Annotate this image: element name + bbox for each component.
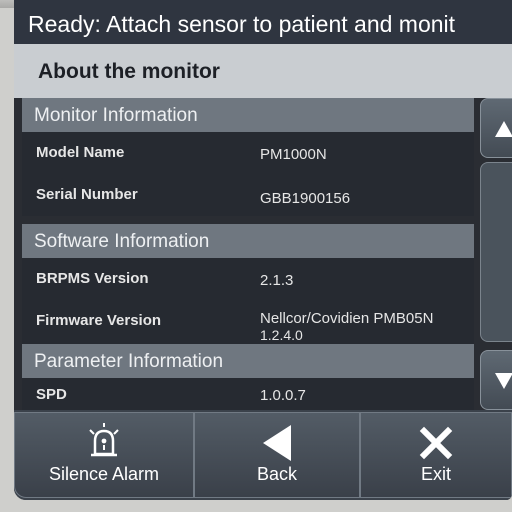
info-row-model-name: Model Name PM1000N <box>22 132 474 174</box>
scroll-track[interactable] <box>480 162 512 342</box>
row-value: 1.0.0.7 <box>260 387 306 404</box>
row-value: GBB1900156 <box>260 190 351 207</box>
info-row-brpms-version: BRPMS Version 2.1.3 <box>22 258 474 300</box>
monitor-screen: Ready: Attach sensor to patient and moni… <box>14 0 512 500</box>
silence-alarm-label: Silence Alarm <box>48 464 160 484</box>
triangle-down-icon <box>495 373 512 389</box>
info-row-spd: SPD 1.0.0.7 <box>22 378 474 410</box>
triangle-up-icon <box>495 121 512 137</box>
silence-alarm-button[interactable]: Silence Alarm <box>14 412 194 498</box>
row-label: Firmware Version <box>36 312 162 329</box>
scroll-down-button[interactable] <box>480 350 512 410</box>
scroll-up-button[interactable] <box>480 98 512 158</box>
row-label: Model Name <box>36 144 125 161</box>
row-label: SPD <box>36 386 67 403</box>
row-label: Serial Number <box>36 186 138 203</box>
info-list[interactable]: Monitor Information Model Name PM1000N S… <box>22 98 474 410</box>
info-row-firmware-version: Firmware Version Nellcor/Covidien PMB05N… <box>22 300 474 344</box>
back-arrow-icon <box>263 425 291 461</box>
alarm-bell-icon <box>89 423 119 457</box>
section-header-monitor-information: Monitor Information <box>22 98 474 132</box>
back-button[interactable]: Back <box>194 412 360 498</box>
exit-button[interactable]: Exit <box>360 412 512 498</box>
footer-bar: Silence Alarm Back Exit <box>14 410 512 500</box>
row-value-continued: 1.2.4.0 <box>260 327 303 343</box>
section-header-software-information: Software Information <box>22 224 474 258</box>
scrollbar[interactable] <box>480 98 512 410</box>
page-title: About the monitor <box>14 44 512 98</box>
row-value: Nellcor/Covidien PMB05N <box>260 310 434 327</box>
section-header-parameter-information: Parameter Information <box>22 344 474 378</box>
info-row-serial-number: Serial Number GBB1900156 <box>22 174 474 216</box>
status-message: Ready: Attach sensor to patient and moni… <box>14 0 512 44</box>
exit-label: Exit <box>420 464 451 484</box>
close-x-icon <box>419 426 453 460</box>
row-value: PM1000N <box>260 146 327 163</box>
back-label: Back <box>256 464 298 484</box>
row-label: BRPMS Version <box>36 270 149 287</box>
row-value: 2.1.3 <box>260 272 294 289</box>
